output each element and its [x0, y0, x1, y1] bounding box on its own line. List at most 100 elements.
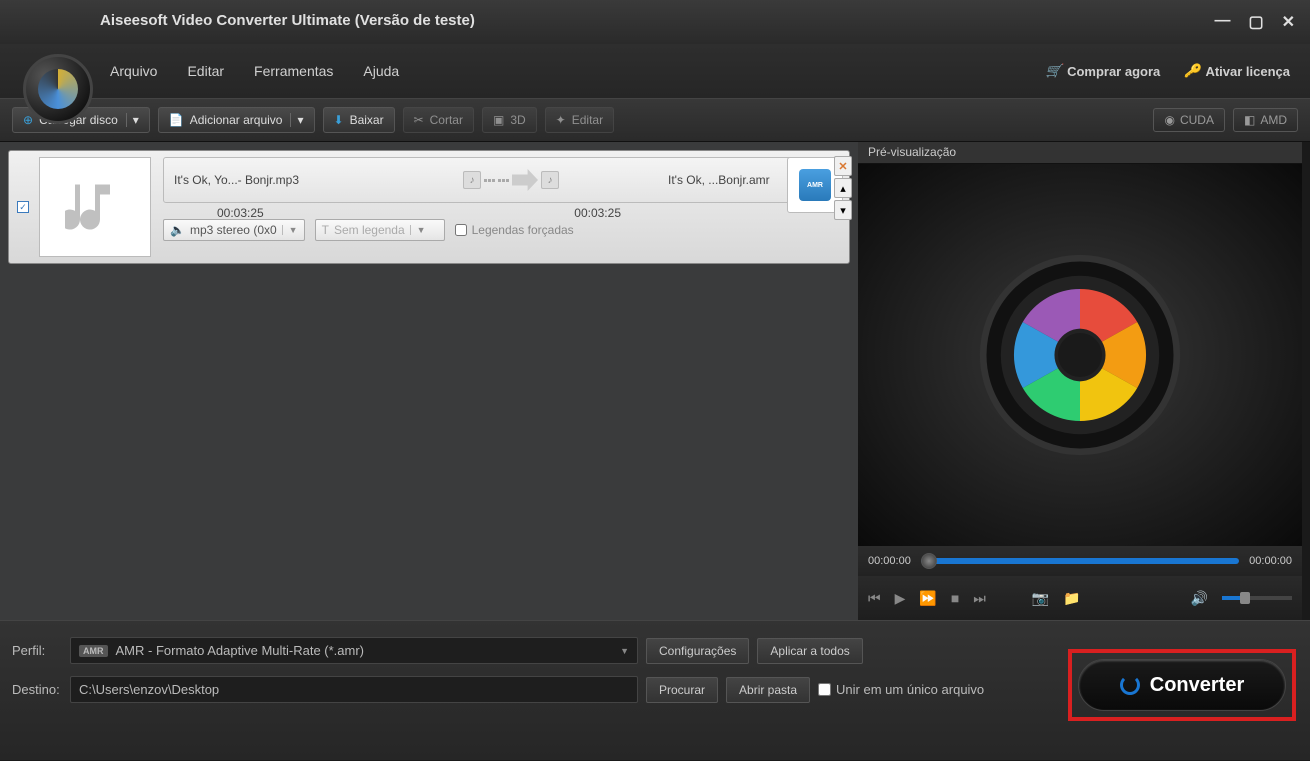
- checkbox-cell: ✓: [9, 151, 37, 263]
- destination-duration: 00:03:25: [574, 206, 621, 220]
- chevron-down-icon[interactable]: ▾: [126, 113, 139, 127]
- amd-icon: ◧: [1244, 113, 1255, 127]
- checkbox-input[interactable]: [818, 683, 831, 696]
- download-button[interactable]: ⬇ Baixar: [323, 107, 395, 133]
- bottom-panel: Perfil: AMRAMR - Formato Adaptive Multi-…: [0, 620, 1310, 760]
- file-options-row: 🔈 mp3 stereo (0x0 ▼ T Sem legenda ▼ Lege…: [163, 219, 839, 241]
- menu-editar[interactable]: Editar: [187, 63, 224, 79]
- maximize-icon[interactable]: ▢: [1248, 12, 1263, 32]
- download-icon: ⬇: [334, 113, 344, 127]
- checkbox-input[interactable]: [455, 224, 467, 236]
- open-folder-button[interactable]: Abrir pasta: [726, 677, 810, 703]
- volume-icon[interactable]: 🔊: [1191, 590, 1208, 607]
- file-item[interactable]: ✓ It's Ok, Yo...- Bonjr.mp3 ♪ ♪ It's Ok,…: [8, 150, 850, 264]
- amr-badge-icon: AMR: [79, 645, 108, 657]
- toolbar: ⊕ Carregar disco ▾ 📄 Adicionar arquivo ▾…: [0, 98, 1310, 142]
- move-down-button[interactable]: ▾: [834, 200, 852, 220]
- minimize-icon[interactable]: —: [1214, 12, 1230, 32]
- stop-button[interactable]: ■: [951, 590, 959, 606]
- file-list-panel: ✓ It's Ok, Yo...- Bonjr.mp3 ♪ ♪ It's Ok,…: [0, 142, 858, 620]
- chevron-down-icon[interactable]: ▾: [290, 113, 303, 127]
- convert-highlight: Converter: [1068, 649, 1296, 721]
- window-controls: — ▢ ✕: [1214, 12, 1295, 32]
- menu-ajuda[interactable]: Ajuda: [363, 63, 399, 79]
- cart-icon: 🛒: [1046, 63, 1062, 79]
- playback-controls: ⏮ ▶ ⏩ ■ ⏭ 📷 📁 🔊: [858, 576, 1302, 620]
- main-area: ✓ It's Ok, Yo...- Bonjr.mp3 ♪ ♪ It's Ok,…: [0, 142, 1310, 620]
- next-button[interactable]: ⏭: [973, 590, 986, 607]
- volume-slider[interactable]: [1222, 596, 1292, 600]
- audio-in-icon: ♪: [463, 171, 481, 189]
- prev-button[interactable]: ⏮: [868, 590, 881, 607]
- snapshot-button[interactable]: 📷: [1032, 590, 1049, 607]
- audio-out-icon: ♪: [541, 171, 559, 189]
- preview-header: Pré-visualização: [858, 142, 1302, 164]
- source-duration: 00:03:25: [217, 206, 264, 220]
- audio-track-dropdown[interactable]: 🔈 mp3 stereo (0x0 ▼: [163, 219, 305, 241]
- activate-link[interactable]: 🔑Ativar licença: [1184, 63, 1290, 79]
- app-logo: [23, 54, 93, 124]
- app-title: Aiseesoft Video Converter Ultimate (Vers…: [100, 12, 475, 29]
- buy-now-link[interactable]: 🛒Comprar agora: [1046, 63, 1160, 79]
- subtitle-dropdown[interactable]: T Sem legenda ▼: [315, 219, 445, 241]
- seek-slider[interactable]: [921, 558, 1239, 564]
- forced-subtitles-checkbox[interactable]: Legendas forçadas: [455, 223, 574, 237]
- file-thumbnail: [39, 157, 151, 257]
- destination-label: Destino:: [12, 682, 62, 697]
- remove-file-button[interactable]: ✕: [834, 156, 852, 176]
- nvidia-icon: ◉: [1164, 113, 1174, 127]
- open-folder-button[interactable]: 📁: [1063, 590, 1080, 607]
- profile-dropdown[interactable]: AMRAMR - Formato Adaptive Multi-Rate (*.…: [70, 637, 638, 664]
- merge-checkbox[interactable]: Unir em um único arquivo: [818, 682, 984, 697]
- three-d-icon: ▣: [493, 113, 504, 127]
- logo-icon: [38, 69, 78, 109]
- source-filename: It's Ok, Yo...- Bonjr.mp3: [174, 173, 354, 187]
- amr-format-icon: AMR: [799, 169, 831, 201]
- seek-knob[interactable]: [921, 553, 937, 569]
- menu-arquivo[interactable]: Arquivo: [110, 63, 157, 79]
- file-conversion-row: It's Ok, Yo...- Bonjr.mp3 ♪ ♪ It's Ok, .…: [163, 157, 839, 203]
- titlebar: Aiseesoft Video Converter Ultimate (Vers…: [0, 0, 1310, 44]
- preview-panel: Pré-visualização 00:00:00: [858, 142, 1302, 620]
- current-time: 00:00:00: [868, 555, 911, 567]
- settings-button[interactable]: Configurações: [646, 638, 749, 664]
- add-file-button[interactable]: 📄 Adicionar arquivo ▾: [158, 107, 315, 133]
- menubar: Arquivo Editar Ferramentas Ajuda 🛒Compra…: [0, 44, 1310, 98]
- speaker-icon: 🔈: [170, 223, 185, 237]
- file-info: It's Ok, Yo...- Bonjr.mp3 ♪ ♪ It's Ok, .…: [153, 151, 849, 263]
- file-checkbox[interactable]: ✓: [17, 201, 29, 213]
- volume-knob[interactable]: [1240, 592, 1250, 604]
- cut-button[interactable]: ✂ Cortar: [403, 107, 474, 133]
- browse-button[interactable]: Procurar: [646, 677, 718, 703]
- file-add-icon: 📄: [169, 113, 184, 127]
- preview-screen: [858, 164, 1302, 546]
- convert-button[interactable]: Converter: [1078, 659, 1286, 711]
- move-up-button[interactable]: ▴: [834, 178, 852, 198]
- destination-input[interactable]: C:\Users\enzov\Desktop: [70, 676, 638, 703]
- aperture-logo-icon: [970, 245, 1190, 465]
- amd-button[interactable]: ◧ AMD: [1233, 108, 1298, 132]
- key-icon: 🔑: [1184, 63, 1200, 79]
- refresh-icon: [1120, 675, 1140, 695]
- menu-ferramentas[interactable]: Ferramentas: [254, 63, 333, 79]
- text-icon: T: [322, 223, 329, 237]
- play-button[interactable]: ▶: [895, 590, 906, 607]
- apply-all-button[interactable]: Aplicar a todos: [757, 638, 862, 664]
- chevron-down-icon: ▼: [410, 225, 426, 235]
- conversion-arrow: ♪ ♪: [354, 169, 668, 191]
- three-d-button[interactable]: ▣ 3D: [482, 107, 537, 133]
- total-time: 00:00:00: [1249, 555, 1292, 567]
- close-icon[interactable]: ✕: [1282, 12, 1295, 32]
- playback-bar: 00:00:00 00:00:00: [858, 546, 1302, 576]
- cuda-button[interactable]: ◉ CUDA: [1153, 108, 1225, 132]
- disc-icon: ⊕: [23, 113, 33, 127]
- profile-label: Perfil:: [12, 643, 62, 658]
- menubar-right: 🛒Comprar agora 🔑Ativar licença: [1046, 63, 1290, 79]
- arrow-right-icon: [512, 169, 538, 191]
- music-note-icon: [65, 177, 125, 237]
- edit-button[interactable]: ✦ Editar: [545, 107, 614, 133]
- chevron-down-icon: ▼: [282, 225, 298, 235]
- fast-forward-button[interactable]: ⏩: [919, 590, 936, 607]
- scissors-icon: ✂: [414, 113, 424, 127]
- wand-icon: ✦: [556, 113, 566, 127]
